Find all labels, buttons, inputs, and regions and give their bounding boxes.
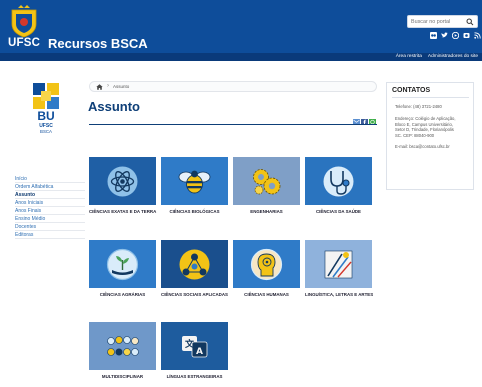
plant-icon [106, 248, 139, 281]
category-tile [89, 322, 156, 370]
category-label: CIÊNCIAS AGRÁRIAS [89, 288, 156, 302]
sidebar-item-ensino-medio[interactable]: Ensino Médio [15, 215, 85, 223]
search-icon[interactable] [466, 18, 474, 26]
header-bar: UFSC Recursos BSCA [0, 0, 482, 53]
category-ciencias-agrarias[interactable]: CIÊNCIAS AGRÁRIAS [89, 240, 156, 302]
sidebar-item-anos-iniciais[interactable]: Anos Iniciais [15, 199, 85, 207]
sidebar-item-docentes[interactable]: Docentes [15, 223, 85, 231]
category-engenharias[interactable]: ENGENHARIAS [233, 157, 300, 219]
contact-address-line: Setor D, Trindade, Florianópolis [395, 127, 454, 132]
instagram-icon[interactable] [463, 32, 470, 39]
share-buttons [353, 112, 376, 125]
multi-icons-icon [107, 336, 139, 356]
stethoscope-icon [323, 166, 354, 197]
category-multidisciplinar[interactable]: MULTIDISCIPLINAR [89, 322, 156, 384]
brand-label: UFSC [8, 37, 41, 49]
category-label: CIÊNCIAS DA SAÚDE [305, 205, 372, 219]
category-label: CIÊNCIAS HUMANAS [233, 288, 300, 302]
bu-logo-text: BU [37, 109, 55, 123]
breadcrumb: › Assunto [89, 81, 377, 92]
breadcrumb-separator: › [107, 83, 109, 89]
atom-icon [107, 166, 138, 197]
category-tile [233, 240, 300, 288]
sidebar-item-assunto[interactable]: Assunto [15, 191, 85, 199]
category-label: LINGUÍSTICA, LETRAS E ARTES [305, 288, 373, 302]
category-tile [305, 157, 372, 205]
svg-text:A: A [196, 347, 203, 357]
ufsc-crest-icon[interactable] [8, 4, 40, 38]
category-label: ENGENHARIAS [233, 205, 300, 219]
twitter-icon[interactable] [441, 32, 448, 39]
home-icon[interactable] [96, 84, 103, 90]
category-linguas-estrangeiras[interactable]: 文 A LÍNGUAS ESTRANGEIRAS [161, 322, 228, 384]
bee-icon [178, 170, 211, 194]
category-ciencias-saude[interactable]: CIÊNCIAS DA SAÚDE [305, 157, 372, 219]
page-title: Assunto [88, 99, 140, 114]
category-tile [89, 157, 156, 205]
network-icon [179, 249, 210, 280]
category-tile [161, 240, 228, 288]
site-title[interactable]: Recursos BSCA [48, 36, 148, 51]
title-divider [89, 124, 377, 125]
contact-address-line: Endereço: Colégio de Aplicação, [395, 116, 456, 121]
site-admins-link[interactable]: Administradores do site [428, 54, 478, 59]
sidebar-item-ordem-alfabetica[interactable]: Ordem Alfabética [15, 183, 85, 191]
rss-icon[interactable] [474, 32, 481, 39]
restricted-area-link[interactable]: Área restrita [396, 54, 422, 59]
sidebar-nav: Início Ordem Alfabética Assunto Anos Ini… [15, 175, 85, 239]
sidebar-item-anos-finais[interactable]: Anos Finais [15, 207, 85, 215]
category-linguistica-letras-artes[interactable]: LINGUÍSTICA, LETRAS E ARTES [305, 240, 373, 302]
share-email-icon[interactable] [353, 112, 360, 125]
category-tile: 文 A [161, 322, 228, 370]
contact-title: CONTATOS [392, 87, 431, 94]
bu-logo-sub2: BSCA [40, 129, 52, 134]
category-tile [305, 240, 372, 288]
category-label: CIÊNCIAS BIOLÓGICAS [161, 205, 228, 219]
svg-text:文: 文 [184, 338, 195, 350]
top-links-bar: Área restrita Administradores do site [0, 53, 482, 61]
category-label: LÍNGUAS ESTRANGEIRAS [161, 370, 228, 384]
category-ciencias-humanas[interactable]: CIÊNCIAS HUMANAS [233, 240, 300, 302]
bu-logo-icon [33, 83, 59, 109]
flickr-icon[interactable] [430, 32, 437, 39]
share-facebook-icon[interactable] [361, 112, 368, 125]
category-label: CIÊNCIAS EXATAS E DA TERRA [89, 205, 156, 219]
breadcrumb-current: Assunto [113, 84, 130, 89]
search-box [407, 15, 478, 28]
contact-address-line: SC. CEP: 88040-900 [395, 132, 435, 138]
category-tile [161, 157, 228, 205]
contact-address-line: Bloco E, Campus Universitário, [395, 121, 453, 127]
category-label: MULTIDISCIPLINAR [89, 370, 156, 384]
search-input[interactable] [411, 17, 465, 27]
contact-panel: CONTATOS Telefone: (48) 3721-2480 Endere… [386, 82, 474, 190]
contact-divider [392, 97, 469, 98]
gears-icon [253, 169, 281, 195]
human-head-icon [250, 248, 283, 281]
social-links [430, 31, 481, 40]
sidebar-item-editoras[interactable]: Editoras [15, 231, 85, 239]
bu-logo[interactable]: BU UFSC BSCA [29, 83, 63, 151]
art-brushes-icon [324, 250, 353, 279]
translate-icon: 文 A [182, 336, 208, 358]
category-tile [233, 157, 300, 205]
share-whatsapp-icon[interactable] [369, 112, 376, 125]
contact-phone: Telefone: (48) 3721-2480 [395, 104, 442, 109]
youtube-icon[interactable] [451, 31, 460, 40]
category-ciencias-exatas[interactable]: CIÊNCIAS EXATAS E DA TERRA [89, 157, 156, 219]
category-ciencias-sociais-aplicadas[interactable]: CIÊNCIAS SOCIAIS APLICADAS [161, 240, 228, 302]
sidebar-item-inicio[interactable]: Início [15, 175, 85, 183]
category-label: CIÊNCIAS SOCIAIS APLICADAS [161, 288, 228, 302]
category-ciencias-biologicas[interactable]: CIÊNCIAS BIOLÓGICAS [161, 157, 228, 219]
contact-email[interactable]: E-mail: bsca@contato.ufsc.br [395, 144, 473, 149]
category-tile [89, 240, 156, 288]
